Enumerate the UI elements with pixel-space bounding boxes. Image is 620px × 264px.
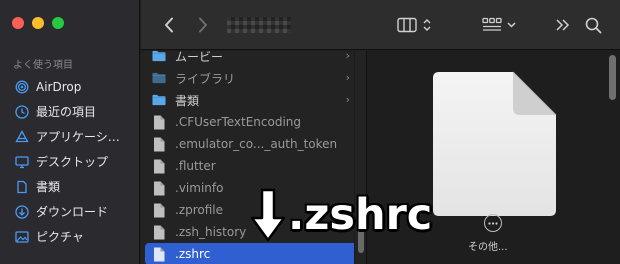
columns-view-icon [397, 17, 417, 33]
sidebar-item-desktop[interactable]: デスクトップ [0, 149, 140, 174]
file-name: .flutter [175, 159, 216, 173]
sidebar-item-label: 書類 [36, 180, 61, 194]
file-icon [152, 203, 166, 218]
preview-pane: その他... [368, 51, 620, 264]
file-icon [152, 159, 166, 174]
search-icon [585, 17, 602, 33]
clock-icon [14, 104, 29, 119]
file-list-column: ムービー › ライブラリ › 書類 › .CFUserTextEncoding .emulat… [141, 49, 367, 264]
sidebar-item-label: AirDrop [36, 79, 82, 94]
sidebar-item-pictures[interactable]: ピクチャ [0, 224, 140, 249]
download-icon [14, 204, 29, 219]
sidebar-item-label: 最近の項目 [36, 105, 97, 119]
file-name: ムービー [175, 49, 224, 64]
chevron-down-icon [507, 22, 516, 28]
ellipsis-icon [488, 221, 498, 225]
file-row[interactable]: ライブラリ › [141, 67, 366, 89]
more-toolbar-items-button[interactable] [555, 14, 571, 36]
file-row[interactable]: 書類 › [141, 89, 366, 111]
file-row[interactable]: .zprofile [141, 199, 366, 221]
forward-button[interactable] [193, 14, 213, 36]
more-actions-label: その他... [468, 242, 508, 253]
grid-group-icon [482, 17, 502, 31]
pictures-icon [14, 229, 29, 244]
back-button[interactable] [159, 14, 179, 36]
file-icon [152, 137, 166, 152]
preview-scrollbar[interactable] [609, 55, 616, 100]
view-mode-button[interactable] [397, 14, 431, 36]
document-icon [14, 179, 29, 194]
file-name: .zsh_history [175, 225, 247, 239]
zoom-window-button[interactable] [52, 17, 64, 29]
file-name: .emulator_co..._auth_token [175, 137, 338, 151]
file-list: ムービー › ライブラリ › 書類 › .CFUserTextEncoding .emulat… [141, 45, 366, 264]
sidebar-item-applications[interactable]: アプリケーシ… [0, 124, 140, 149]
scrollbar-thumb[interactable] [358, 227, 364, 253]
document-preview-icon [433, 71, 557, 216]
file-name: .zprofile [175, 203, 224, 217]
folder-icon [152, 49, 166, 64]
double-chevron-right-icon [556, 19, 570, 31]
sidebar-item-label: アプリケーシ… [36, 130, 120, 144]
group-button[interactable] [482, 14, 516, 36]
desktop-icon [14, 154, 29, 169]
folder-icon [152, 93, 166, 108]
file-name: ライブラリ [175, 71, 236, 86]
more-actions-button[interactable] [484, 214, 502, 232]
chevron-right-icon: › [345, 49, 350, 62]
sidebar-item-airdrop[interactable]: AirDrop [0, 74, 140, 99]
window-title-redacted [227, 17, 291, 33]
sidebar-item-label: デスクトップ [36, 155, 109, 169]
file-row[interactable]: .flutter [141, 155, 366, 177]
file-row[interactable]: .emulator_co..._auth_token [141, 133, 366, 155]
close-window-button[interactable] [12, 17, 24, 29]
chevron-right-icon: › [345, 93, 350, 106]
folder-icon [152, 71, 166, 86]
file-name: .viminfo [175, 181, 224, 195]
sidebar: よく使う項目 AirDrop 最近の項目 アプリケーシ… デスクトップ 書類 ダ… [0, 0, 140, 264]
file-icon [152, 115, 166, 130]
chevron-updown-icon [423, 19, 431, 31]
sidebar-item-label: ピクチャ [36, 230, 84, 244]
sidebar-list: AirDrop 最近の項目 アプリケーシ… デスクトップ 書類 ダウンロード ピ… [0, 74, 140, 249]
chevron-right-icon [199, 17, 207, 33]
chevron-left-icon [165, 17, 173, 33]
search-button[interactable] [585, 14, 602, 36]
window-controls [12, 17, 64, 29]
file-icon [152, 225, 166, 240]
column-resize-handle[interactable] [354, 51, 366, 264]
file-row[interactable]: .zshrc [145, 243, 358, 264]
sidebar-item-recents[interactable]: 最近の項目 [0, 99, 140, 124]
airdrop-icon [14, 79, 29, 94]
file-icon [152, 181, 166, 196]
file-row[interactable]: .zsh_history [141, 221, 366, 243]
file-name: .CFUserTextEncoding [175, 115, 302, 129]
minimize-window-button[interactable] [32, 17, 44, 29]
sidebar-section-favorites: よく使う項目 [13, 60, 73, 71]
file-name: 書類 [175, 93, 200, 108]
file-icon [152, 247, 166, 262]
file-row[interactable]: .CFUserTextEncoding [141, 111, 366, 133]
sidebar-item-label: ダウンロード [36, 205, 109, 219]
toolbar [141, 0, 620, 50]
applications-icon [14, 129, 29, 144]
sidebar-item-documents[interactable]: 書類 [0, 174, 140, 199]
chevron-right-icon: › [345, 71, 350, 84]
file-row[interactable]: .viminfo [141, 177, 366, 199]
file-name: .zshrc [175, 247, 211, 261]
file-row[interactable]: ムービー › [141, 45, 366, 67]
sidebar-item-downloads[interactable]: ダウンロード [0, 199, 140, 224]
